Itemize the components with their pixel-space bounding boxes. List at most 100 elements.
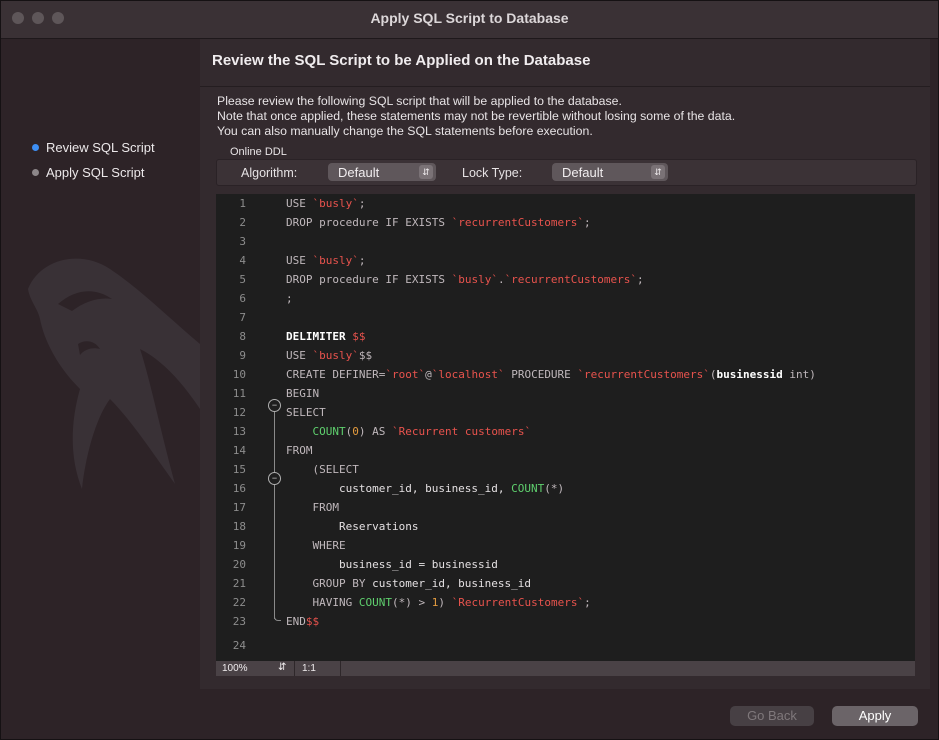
line-number: 14 [232, 444, 246, 457]
line-number: 20 [232, 558, 246, 571]
code-token: ) [438, 596, 452, 609]
code-token: COUNT [358, 596, 392, 609]
description-line: Note that once applied, these statements… [217, 109, 736, 123]
code-token: DROP procedure IF EXISTS [286, 273, 452, 286]
up-down-chevron-icon: ⇵ [651, 165, 665, 179]
code-token: DELIMITER [286, 330, 353, 343]
code-line: 2 DROP procedure IF EXISTS `recurrentCus… [216, 213, 915, 232]
online-ddl-label: Online DDL [230, 146, 287, 158]
line-number: 5 [239, 273, 246, 286]
code-token: ; [286, 292, 293, 305]
code-token: FROM [286, 444, 313, 457]
sidebar-step-label: Apply SQL Script [46, 165, 145, 180]
code-token: `busly` [451, 273, 498, 286]
active-step-dot-icon [32, 144, 39, 151]
code-token: `busly` [312, 349, 359, 362]
code-token: $$ [352, 330, 366, 343]
code-line: 14 FROM [216, 441, 915, 460]
line-number: 22 [232, 596, 246, 609]
code-line: 20 business_id = businessid [216, 555, 915, 574]
code-token: customer_id, business_id, [286, 482, 512, 495]
code-token: USE [286, 197, 313, 210]
code-line: 5 DROP procedure IF EXISTS `busly`.`recu… [216, 270, 915, 289]
lock-type-select-value: Default [562, 165, 604, 180]
sidebar-step-apply-sql-script: Apply SQL Script [32, 165, 145, 180]
code-line: 16 customer_id, business_id, COUNT(*) [216, 479, 915, 498]
code-token: . [497, 273, 505, 286]
sql-script-editor[interactable]: − − 1 USE `busly`; 2 DROP procedure IF E… [216, 194, 915, 661]
code-token: 0 [352, 425, 359, 438]
code-token: `recurrentCustomers` [451, 216, 585, 229]
line-number: 23 [232, 615, 246, 628]
code-token: COUNT [511, 482, 545, 495]
lock-type-select[interactable]: Default ⇵ [552, 163, 668, 181]
zoom-stepper-icon[interactable]: ⇵ [278, 662, 286, 673]
code-token: ; [584, 596, 591, 609]
code-token: `recurrentCustomers` [504, 273, 638, 286]
code-token: Reservations [286, 520, 419, 533]
code-line: 12 SELECT [216, 403, 915, 422]
line-number: 1 [239, 197, 246, 210]
code-line: 4 USE `busly`; [216, 251, 915, 270]
line-number: 16 [232, 482, 246, 495]
lock-type-label: Lock Type: [462, 166, 523, 180]
inactive-step-dot-icon [32, 169, 39, 176]
code-token: USE [286, 349, 313, 362]
code-token: `busly` [312, 254, 359, 267]
code-line: 19 WHERE [216, 536, 915, 555]
line-number: 17 [232, 501, 246, 514]
code-token: (SELECT [286, 463, 359, 476]
code-token: ( [709, 368, 717, 381]
code-token: ; [358, 254, 366, 267]
line-number: 11 [232, 387, 246, 400]
window-title: Apply SQL Script to Database [370, 10, 569, 26]
code-line: 6 ; [216, 289, 915, 308]
code-line: 8 DELIMITER $$ [216, 327, 915, 346]
code-token: WHERE [286, 539, 346, 552]
status-divider [294, 661, 295, 676]
zoom-level[interactable]: 100% [222, 663, 248, 674]
code-line: 9 USE `busly`$$ [216, 346, 915, 365]
code-line: 1 USE `busly`; [216, 194, 915, 213]
code-line: 21 GROUP BY customer_id, business_id [216, 574, 915, 593]
code-line: 10 CREATE DEFINER=`root`@`localhost` PRO… [216, 365, 915, 384]
cursor-position: 1:1 [302, 663, 316, 674]
code-line: 11 BEGIN [216, 384, 915, 403]
algorithm-select-value: Default [338, 165, 380, 180]
code-token: @ [425, 368, 432, 381]
code-token: COUNT [312, 425, 346, 438]
code-token: DROP procedure IF EXISTS [286, 216, 452, 229]
line-number: 9 [239, 349, 246, 362]
code-token: `recurrentCustomers` [577, 368, 710, 381]
code-line: 22 HAVING COUNT(*) > 1) `RecurrentCustom… [216, 593, 915, 612]
code-line: 13 COUNT(0) AS `Recurrent customers` [216, 422, 915, 441]
online-ddl-bar: Algorithm: Default ⇵ Lock Type: Default … [216, 159, 917, 186]
code-token: GROUP BY [286, 577, 373, 590]
code-token: `root` [385, 368, 426, 381]
line-number: 21 [232, 577, 246, 590]
code-token: END [286, 615, 306, 628]
code-line: 7 [216, 308, 915, 327]
line-number: 3 [239, 235, 246, 248]
code-line: 24 [216, 636, 915, 655]
line-number: 4 [239, 254, 246, 267]
up-down-chevron-icon: ⇵ [419, 165, 433, 179]
apply-button[interactable]: Apply [832, 706, 918, 726]
code-token: FROM [286, 501, 339, 514]
code-token: (*) > [391, 596, 432, 609]
dialog-window: Apply SQL Script to Database Review SQL … [0, 0, 939, 740]
algorithm-select[interactable]: Default ⇵ [328, 163, 436, 181]
wizard-sidebar: Review SQL Script Apply SQL Script [0, 39, 200, 689]
status-divider [340, 661, 341, 676]
editor-status-bar: 100% ⇵ 1:1 [216, 661, 915, 676]
sidebar-step-label: Review SQL Script [46, 140, 155, 155]
go-back-button[interactable]: Go Back [730, 706, 814, 726]
line-number: 2 [239, 216, 246, 229]
code-token: USE [286, 254, 313, 267]
code-token: BEGIN [286, 387, 320, 400]
algorithm-label: Algorithm: [241, 166, 298, 180]
code-token: int) [782, 368, 816, 381]
code-token: SELECT [286, 406, 326, 419]
page-title: Review the SQL Script to be Applied on t… [212, 52, 591, 69]
